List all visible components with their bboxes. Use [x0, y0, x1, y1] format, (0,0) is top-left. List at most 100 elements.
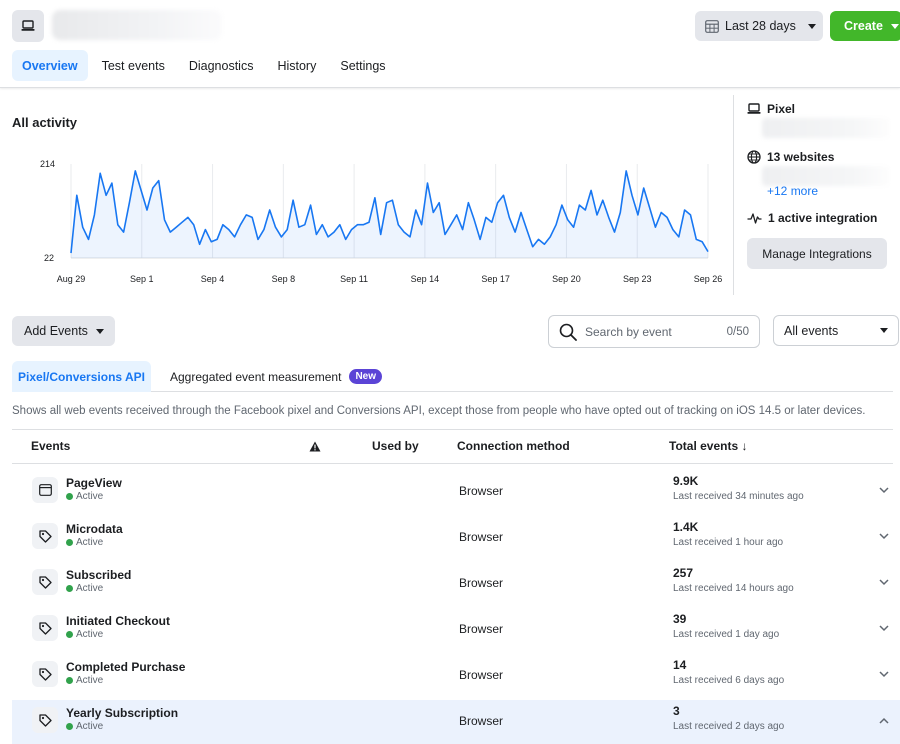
tab-diagnostics[interactable]: Diagnostics: [179, 50, 264, 81]
x-tick-label: Sep 8: [271, 274, 296, 284]
event-status-label: Active: [76, 583, 104, 594]
create-button[interactable]: Create: [830, 11, 900, 41]
connection-method: Browser: [459, 622, 504, 636]
connection-method: Browser: [459, 576, 504, 590]
websites-row: 13 websites: [747, 150, 834, 164]
date-range-label: Last 28 days: [725, 19, 796, 33]
total-events: 257: [673, 566, 694, 580]
active-dot: [66, 539, 73, 546]
table-description: Shows all web events received through th…: [12, 405, 866, 417]
x-tick-label: Sep 26: [693, 274, 723, 284]
more-websites-link[interactable]: +12 more: [767, 184, 818, 198]
tag-icon: [32, 661, 58, 687]
create-label: Create: [844, 19, 883, 33]
add-events-label: Add Events: [24, 324, 88, 338]
active-dot: [66, 723, 73, 730]
x-tick-label: Sep 4: [200, 274, 225, 284]
activity-pulse-icon: [747, 213, 762, 224]
event-status-label: Active: [76, 491, 104, 502]
search-input[interactable]: [585, 324, 705, 339]
tab-settings[interactable]: Settings: [330, 50, 395, 81]
event-name: Completed Purchase: [66, 660, 186, 674]
new-badge: New: [349, 369, 383, 384]
event-filter-select[interactable]: All events: [773, 315, 899, 346]
window-icon: [32, 477, 58, 503]
last-received: Last received 1 hour ago: [673, 537, 784, 548]
chevron-up-icon[interactable]: [879, 713, 889, 727]
col-header-total-events[interactable]: Total events ↓: [669, 439, 747, 453]
active-dot: [66, 631, 73, 638]
table-row[interactable]: Microdata Active Browser 1.4K Last received …: [12, 516, 900, 562]
event-status-label: Active: [76, 629, 104, 640]
active-dot: [66, 677, 73, 684]
event-name: Subscribed: [66, 568, 132, 582]
col-header-connection-method[interactable]: Connection method: [457, 439, 570, 453]
x-tick-label: Sep 1: [130, 274, 154, 284]
tab-history[interactable]: History: [267, 50, 326, 81]
table-row[interactable]: Yearly Subscription Active Browser 3 Last re…: [12, 700, 900, 744]
col-header-events[interactable]: Events: [31, 439, 70, 453]
activity-area: [71, 170, 708, 258]
aggregated-tab-label: Aggregated event measurement: [170, 369, 342, 384]
event-status: Active: [66, 583, 103, 594]
event-status: Active: [66, 537, 103, 548]
warning-icon: [309, 441, 321, 452]
event-name: Microdata: [66, 522, 123, 536]
activity-line-chart: [70, 164, 709, 259]
tab-test-events[interactable]: Test events: [92, 50, 175, 81]
chevron-down-icon: [95, 328, 104, 334]
last-received: Last received 14 hours ago: [673, 583, 794, 594]
last-received: Last received 34 minutes ago: [673, 491, 804, 502]
pixel-badge[interactable]: [12, 10, 44, 42]
tab-aggregated-event-measurement[interactable]: Aggregated event measurement New: [170, 361, 383, 392]
active-dot: [66, 493, 73, 500]
tag-icon: [32, 707, 58, 733]
col-header-used-by[interactable]: Used by: [372, 439, 419, 453]
table-row[interactable]: Completed Purchase Active Browser 14 Last re…: [12, 654, 900, 700]
x-tick-label: Aug 29: [56, 274, 86, 284]
event-status-label: Active: [76, 721, 104, 732]
date-range-button[interactable]: Last 28 days: [695, 11, 823, 41]
last-received: Last received 1 day ago: [673, 629, 780, 640]
event-name: Initiated Checkout: [66, 614, 171, 628]
tab-overview[interactable]: Overview: [12, 50, 88, 81]
event-source-tabs: Pixel/Conversions API Aggregated event m…: [12, 361, 893, 392]
table-row[interactable]: Initiated Checkout Active Browser 39 Last re…: [12, 608, 900, 654]
event-name: Yearly Subscription: [66, 706, 179, 720]
chevron-down-icon[interactable]: [879, 575, 889, 589]
table-top-divider: [12, 429, 893, 430]
chevron-down-icon: [880, 328, 888, 333]
table-header-divider: [12, 463, 893, 464]
laptop-icon: [747, 103, 761, 114]
last-received: Last received 6 days ago: [673, 675, 785, 686]
event-status-label: Active: [76, 675, 104, 686]
x-tick-label: Sep 11: [340, 274, 369, 284]
laptop-icon: [21, 20, 35, 31]
chevron-down-icon[interactable]: [879, 483, 889, 497]
event-status: Active: [66, 675, 103, 686]
pixel-id-redacted: [762, 118, 890, 138]
table-row[interactable]: PageView Active Browser 9.9K Last received 3…: [12, 470, 900, 516]
chevron-down-icon: [890, 23, 899, 29]
total-events: 14: [673, 658, 687, 672]
active-dot: [66, 585, 73, 592]
table-row[interactable]: Subscribed Active Browser 257 Last received …: [12, 562, 900, 608]
event-search: 0/50: [548, 315, 760, 348]
add-events-button[interactable]: Add Events: [12, 316, 115, 346]
chevron-down-icon[interactable]: [879, 667, 889, 681]
event-filter-label: All events: [784, 323, 839, 338]
chevron-down-icon[interactable]: [879, 529, 889, 543]
x-tick-label: Sep 17: [481, 274, 510, 284]
chevron-down-icon[interactable]: [879, 621, 889, 635]
tag-icon: [32, 523, 58, 549]
tag-icon: [32, 569, 58, 595]
connection-method: Browser: [459, 530, 504, 544]
event-status: Active: [66, 491, 103, 502]
manage-integrations-button[interactable]: Manage Integrations: [747, 238, 887, 269]
tab-pixel-conversions-api[interactable]: Pixel/Conversions API: [12, 361, 151, 392]
total-events: 9.9K: [673, 474, 699, 488]
connection-method: Browser: [459, 714, 504, 728]
total-events: 1.4K: [673, 520, 699, 534]
total-events: 39: [673, 612, 687, 626]
event-status: Active: [66, 721, 103, 732]
